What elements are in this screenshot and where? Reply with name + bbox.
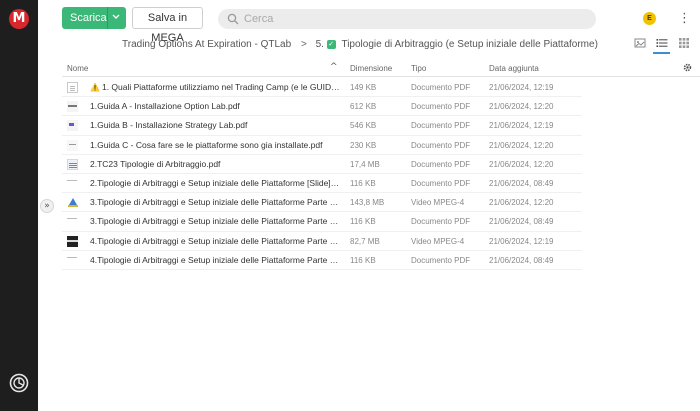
- table-row[interactable]: 2.TC23 Tipologie di Arbitraggio.pdf 17,4…: [62, 155, 582, 174]
- file-name: 1.Guida A - Installazione Option Lab.pdf: [90, 101, 240, 112]
- checkmark-icon: ✓: [326, 40, 336, 49]
- expand-sidebar-button[interactable]: »: [40, 199, 54, 213]
- download-button-label: Scarica: [70, 12, 107, 24]
- save-to-mega-button[interactable]: Salva in MEGA: [132, 7, 203, 44]
- pdf-thumbnail-icon: [67, 139, 78, 151]
- file-type: Documento PDF: [411, 217, 471, 227]
- table-row[interactable]: 4.Tipologie di Arbitraggi e Setup inizia…: [62, 251, 582, 270]
- file-date: 21/06/2024, 12:19: [489, 121, 554, 131]
- file-name: 2.Tipologie di Arbitraggi e Setup inizia…: [90, 177, 340, 188]
- doc-icon: [67, 82, 78, 93]
- file-name: 1.Guida B - Installazione Strategy Lab.p…: [90, 120, 248, 131]
- file-type: Documento PDF: [411, 102, 471, 112]
- file-name: 2.TC23 Tipologie di Arbitraggio.pdf: [90, 158, 221, 169]
- breadcrumb-current-prefix: 5.: [315, 39, 324, 50]
- file-size: 17,4 MB: [350, 159, 380, 169]
- video-thumbnail-icon: [67, 235, 78, 247]
- transfer-status-icon[interactable]: [9, 373, 29, 393]
- breadcrumb: Trading Options At Expiration - QTLab > …: [122, 39, 598, 51]
- column-header-type[interactable]: Tipo: [411, 64, 426, 73]
- file-size: 116 KB: [350, 178, 376, 188]
- more-options-icon[interactable]: ⋮: [678, 9, 691, 29]
- file-date: 21/06/2024, 12:20: [489, 140, 554, 150]
- file-size: 612 KB: [350, 102, 377, 112]
- pdf-thumbnail-icon: [67, 158, 78, 170]
- file-size: 82,7 MB: [350, 236, 380, 246]
- file-type: Video MPEG-4: [411, 236, 465, 246]
- app-root: M » Scarica Salva in MEGA E ⋮ Trading Op…: [0, 0, 700, 411]
- file-name: ⚠️ 1. Quali Piattaforme utilizziamo nel T…: [90, 82, 340, 92]
- file-size: 149 KB: [350, 83, 377, 92]
- active-view-indicator: [653, 52, 670, 54]
- column-header-date[interactable]: Data aggiunta: [489, 64, 539, 73]
- file-type: Documento PDF: [411, 159, 471, 169]
- file-date: 21/06/2024, 08:49: [489, 217, 554, 227]
- breadcrumb-current: Tipologie di Arbitraggio (e Setup inizia…: [341, 39, 598, 50]
- video-thumbnail-icon: [67, 197, 78, 209]
- file-size: 116 KB: [350, 217, 376, 227]
- breadcrumb-separator: >: [300, 39, 307, 50]
- file-type: Documento PDF: [411, 140, 471, 150]
- table-header: Nome ^ Dimensione Tipo Data aggiunta: [62, 57, 700, 77]
- table-row[interactable]: 1.Guida C - Cosa fare se le piattaforme …: [62, 136, 582, 155]
- file-date: 21/06/2024, 12:20: [489, 198, 554, 208]
- chevron-down-icon[interactable]: [111, 11, 121, 24]
- download-button[interactable]: Scarica: [62, 7, 126, 29]
- file-name: 4.Tipologie di Arbitraggi e Setup inizia…: [90, 254, 340, 265]
- pdf-thumbnail-icon: [67, 101, 78, 113]
- file-date: 21/06/2024, 12:20: [489, 159, 554, 169]
- thumbnail-view-icon[interactable]: [634, 37, 646, 49]
- file-type: Documento PDF: [411, 83, 471, 92]
- gear-icon[interactable]: [682, 62, 693, 73]
- download-button-divider: [107, 7, 108, 29]
- file-date: 21/06/2024, 12:19: [489, 236, 554, 246]
- search-bar[interactable]: [218, 9, 596, 29]
- file-name: 3.Tipologie di Arbitraggi e Setup inizia…: [90, 216, 340, 227]
- table-row[interactable]: 1.Guida A - Installazione Option Lab.pdf…: [62, 97, 582, 117]
- mega-logo[interactable]: M: [9, 9, 29, 29]
- file-name: 3.Tipologie di Arbitraggi e Setup inizia…: [90, 197, 340, 208]
- file-size: 546 KB: [350, 121, 377, 131]
- breadcrumb-parent[interactable]: Trading Options At Expiration - QTLab: [122, 39, 291, 50]
- sort-ascending-icon[interactable]: ^: [330, 62, 338, 72]
- search-input[interactable]: [244, 11, 584, 27]
- file-type: Documento PDF: [411, 255, 471, 265]
- grid-view-icon[interactable]: [678, 37, 690, 49]
- table-row[interactable]: 3.Tipologie di Arbitraggi e Setup inizia…: [62, 212, 582, 232]
- file-type: Video MPEG-4: [411, 198, 465, 208]
- list-view-icon[interactable]: [656, 37, 668, 49]
- pdf-thumbnail-icon: [67, 120, 78, 132]
- file-size: 143,8 MB: [350, 198, 385, 208]
- file-name: 1.Guida C - Cosa fare se le piattaforme …: [90, 139, 323, 150]
- pdf-thumbnail-icon: [67, 216, 78, 228]
- column-header-size[interactable]: Dimensione: [350, 64, 392, 73]
- file-name: 4.Tipologie di Arbitraggi e Setup inizia…: [90, 235, 340, 246]
- file-list: ⚠️ 1. Quali Piattaforme utilizziamo nel T…: [62, 78, 582, 270]
- file-size: 116 KB: [350, 255, 376, 265]
- file-date: 21/06/2024, 12:20: [489, 102, 554, 112]
- file-size: 230 KB: [350, 140, 377, 150]
- file-date: 21/06/2024, 08:49: [489, 178, 554, 188]
- left-sidebar: M: [0, 0, 38, 411]
- table-row[interactable]: 2.Tipologie di Arbitraggi e Setup inizia…: [62, 174, 582, 194]
- search-icon: [227, 13, 239, 25]
- pdf-thumbnail-icon: [67, 177, 78, 189]
- table-row[interactable]: 4.Tipologie di Arbitraggi e Setup inizia…: [62, 232, 582, 251]
- avatar[interactable]: E: [643, 12, 656, 25]
- file-date: 21/06/2024, 12:19: [489, 83, 554, 92]
- file-type: Documento PDF: [411, 121, 471, 131]
- column-header-name[interactable]: Nome: [67, 64, 88, 73]
- pdf-thumbnail-icon: [67, 254, 78, 266]
- table-row[interactable]: 1.Guida B - Installazione Strategy Lab.p…: [62, 116, 582, 136]
- file-type: Documento PDF: [411, 178, 471, 188]
- warning-icon: ⚠️: [90, 83, 100, 92]
- file-date: 21/06/2024, 08:49: [489, 255, 554, 265]
- table-row[interactable]: 3.Tipologie di Arbitraggi e Setup inizia…: [62, 193, 582, 213]
- file-name-text: 1. Quali Piattaforme utilizziamo nel Tra…: [101, 82, 340, 92]
- table-row[interactable]: ⚠️ 1. Quali Piattaforme utilizziamo nel T…: [62, 78, 582, 98]
